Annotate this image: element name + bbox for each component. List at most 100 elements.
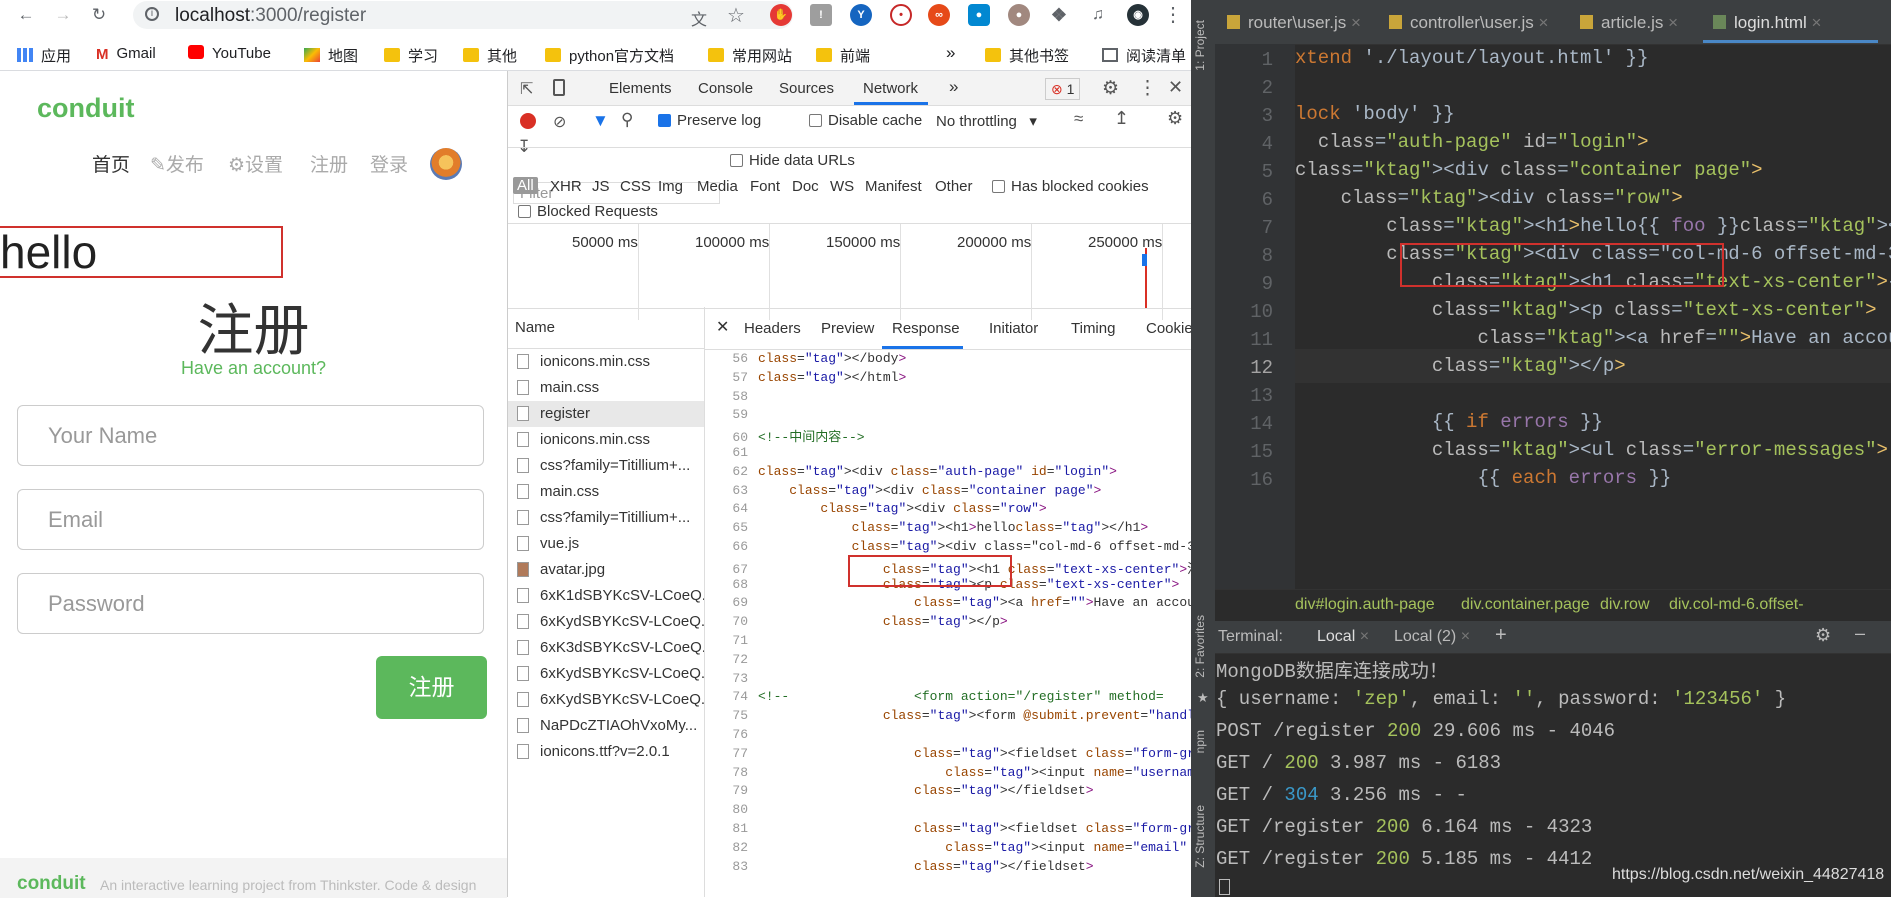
breadcrumb-item[interactable]: div.col-md-6.offset- — [1669, 596, 1804, 614]
tab-response[interactable]: Response — [892, 320, 960, 337]
breadcrumb-item[interactable]: div#login.auth-page — [1295, 596, 1435, 614]
close-icon[interactable]: × — [1539, 13, 1549, 32]
filter-funnel-icon[interactable]: ▼ — [592, 111, 609, 131]
type-filter-xhr[interactable]: XHR — [550, 178, 582, 195]
tool-favorites[interactable]: 2: Favorites — [1193, 615, 1207, 678]
terminal-panel[interactable]: Terminal: Local × Local (2) × + ⚙ – Mong… — [1215, 621, 1891, 897]
terminal-tab-local-2[interactable]: Local (2) × — [1394, 628, 1470, 646]
response-source[interactable]: 56 class="tag"></body> 57 class="tag"></htm… — [704, 351, 1192, 897]
type-filter-img[interactable]: Img — [658, 178, 683, 195]
network-timeline[interactable]: 50000 ms 100000 ms 150000 ms 200000 ms 2… — [508, 223, 1192, 320]
has-blocked-cookies-checkbox[interactable]: Has blocked cookies — [992, 178, 1149, 195]
device-toggle-icon[interactable] — [553, 79, 565, 96]
close-icon[interactable]: ✕ — [1168, 77, 1183, 98]
blocked-requests-checkbox[interactable]: Blocked Requests — [518, 203, 658, 220]
profile-avatar-icon[interactable]: ◉ — [1127, 4, 1149, 26]
tab-timing[interactable]: Timing — [1071, 320, 1115, 337]
tab-article-js[interactable]: article.js × — [1580, 13, 1678, 33]
breadcrumb-item[interactable]: div.row — [1600, 596, 1650, 614]
filter-input[interactable]: Filter — [513, 182, 720, 204]
request-row[interactable]: main.css — [508, 479, 704, 505]
code-editor[interactable]: xtend './layout/layout.html' }} lock 'bod… — [1295, 44, 1891, 589]
media-queue-icon[interactable]: ♫ — [1087, 4, 1109, 26]
forward-arrow-icon[interactable]: → — [52, 4, 74, 26]
bookmark-star-icon[interactable]: ☆ — [727, 3, 745, 28]
extension-cookie-icon[interactable]: ● — [1008, 4, 1030, 26]
have-account-link[interactable]: Have an account? — [0, 358, 507, 379]
nav-home[interactable]: 首页 — [92, 150, 130, 177]
request-row[interactable]: css?family=Titillium+... — [508, 453, 704, 479]
type-filter-manifest[interactable]: Manifest — [865, 178, 922, 195]
type-filter-js[interactable]: JS — [592, 178, 610, 195]
gear-icon[interactable]: ⚙ — [1102, 77, 1119, 100]
bookmark-folder-other-bookmarks[interactable]: 其他书签 — [985, 45, 1069, 66]
request-row[interactable]: 6xK3dSBYKcSV-LCoeQ... — [508, 635, 704, 661]
tab-login-html[interactable]: login.html × — [1713, 13, 1821, 33]
type-filter-all[interactable]: All — [513, 177, 538, 194]
extension-hex-icon[interactable]: ● — [968, 4, 990, 26]
nav-publish[interactable]: ✎发布 — [150, 150, 204, 177]
import-har-icon[interactable]: ↥ — [1114, 108, 1129, 129]
close-icon[interactable]: × — [1668, 13, 1678, 32]
extension-red-badge-icon[interactable]: ! — [810, 4, 832, 26]
address-bar[interactable]: i localhost:3000/register 文 ☆ — [133, 1, 793, 29]
tab-console[interactable]: Console — [698, 80, 753, 97]
inspect-cursor-icon[interactable]: ⇱ — [520, 79, 533, 99]
request-row[interactable]: NaPDcZTIAOhVxoMy... — [508, 713, 704, 739]
name-column-header[interactable]: Name — [508, 307, 704, 349]
back-arrow-icon[interactable]: ← — [15, 4, 37, 26]
add-terminal-plus-icon[interactable]: + — [1495, 624, 1507, 647]
type-filter-other[interactable]: Other — [935, 178, 973, 195]
bookmark-apps[interactable]: 应用 — [17, 45, 71, 66]
tab-controller-user-js[interactable]: controller\user.js × — [1389, 13, 1548, 33]
request-row[interactable]: vue.js — [508, 531, 704, 557]
tab-sources[interactable]: Sources — [779, 80, 834, 97]
bookmark-maps[interactable]: 地图 — [304, 45, 358, 66]
tab-preview[interactable]: Preview — [821, 320, 874, 337]
type-filter-font[interactable]: Font — [750, 178, 780, 195]
password-field[interactable]: Password — [17, 573, 484, 634]
reload-icon[interactable]: ↻ — [88, 4, 110, 26]
close-icon[interactable]: × — [1461, 628, 1470, 645]
bookmark-youtube[interactable]: YouTube — [188, 45, 271, 62]
close-icon[interactable]: × — [1351, 13, 1361, 32]
disable-cache-checkbox[interactable]: Disable cache — [809, 112, 922, 129]
extension-circle-icon[interactable]: • — [890, 4, 912, 26]
email-field[interactable]: Email — [17, 489, 484, 550]
clear-icon[interactable]: ⊘ — [553, 112, 566, 132]
avatar[interactable] — [430, 148, 462, 180]
breadcrumb-item[interactable]: div.container.page — [1461, 596, 1590, 614]
register-button[interactable]: 注册 — [376, 656, 487, 719]
translate-icon[interactable]: 文 — [691, 6, 707, 30]
brand-logo[interactable]: conduit — [37, 93, 134, 124]
network-settings-gear-icon[interactable]: ⚙ — [1167, 108, 1183, 129]
devtools-menu-kebab-icon[interactable]: ⋮ — [1138, 77, 1157, 100]
username-field[interactable]: Your Name — [17, 405, 484, 466]
request-row[interactable]: 6xKydSBYKcSV-LCoeQ... — [508, 687, 704, 713]
tab-initiator[interactable]: Initiator — [989, 320, 1038, 337]
close-icon[interactable]: ✕ — [716, 317, 729, 337]
bookmarks-overflow-chevron-icon[interactable]: » — [946, 43, 955, 63]
bookmark-folder-study[interactable]: 学习 — [384, 45, 438, 66]
minimize-icon[interactable]: – — [1855, 623, 1865, 644]
footer-brand[interactable]: conduit — [17, 873, 86, 895]
menu-kebab-icon[interactable]: ⋮ — [1162, 4, 1184, 26]
request-row[interactable]: ionicons.ttf?v=2.0.1 — [508, 739, 704, 765]
type-filter-ws[interactable]: WS — [830, 178, 854, 195]
extension-y-icon[interactable]: Y — [850, 4, 872, 26]
bookmark-folder-common[interactable]: 常用网站 — [708, 45, 792, 66]
bookmark-reading-list[interactable]: 阅读清单 — [1102, 45, 1186, 66]
record-icon[interactable] — [520, 113, 536, 129]
extension-adblock-icon[interactable]: ✋ — [770, 4, 792, 26]
nav-register[interactable]: 注册 — [310, 150, 348, 177]
search-icon[interactable]: ⚲ — [621, 110, 633, 130]
tab-elements[interactable]: Elements — [609, 80, 672, 97]
request-row[interactable]: 6xK1dSBYKcSV-LCoeQ... — [508, 583, 704, 609]
tool-npm[interactable]: npm — [1193, 730, 1207, 753]
tab-headers[interactable]: Headers — [744, 320, 801, 337]
close-icon[interactable]: × — [1360, 628, 1369, 645]
tab-network[interactable]: Network — [863, 80, 918, 97]
more-tabs-chevron-icon[interactable]: » — [949, 77, 958, 97]
tool-project[interactable]: 1: Project — [1193, 20, 1207, 71]
request-row[interactable]: css?family=Titillium+... — [508, 505, 704, 531]
